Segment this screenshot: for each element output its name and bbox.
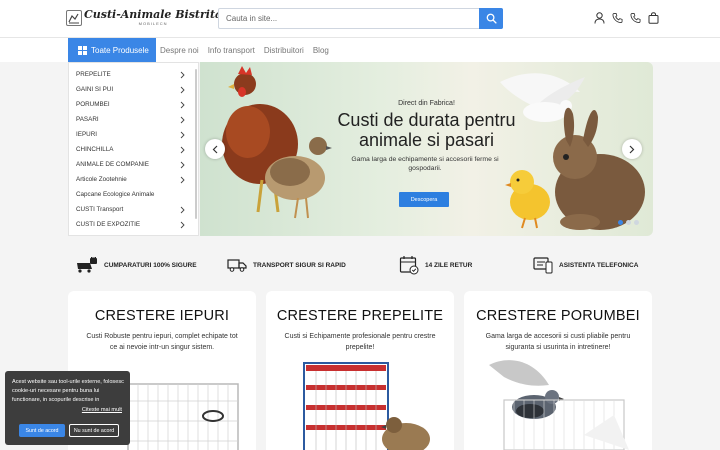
all-products-button[interactable]: Toate Produsele: [68, 38, 156, 62]
category-label: IEPURI: [76, 131, 97, 138]
cookie-read-more-link[interactable]: Citeste mai mult: [82, 407, 122, 413]
feature-label: 14 ZILE RETUR: [425, 261, 473, 269]
card-description: Custi Robuste pentru iepuri, complet ech…: [86, 333, 238, 351]
logo-icon: [66, 9, 82, 26]
phone-icon[interactable]: [630, 11, 641, 25]
card-description: Gama larga de accesorii si custi pliabil…: [485, 333, 631, 351]
category-label: Articole Zootehnie: [76, 176, 127, 183]
category-label: CHINCHILLA: [76, 146, 114, 153]
chevron-right-icon: [180, 116, 185, 124]
prev-slide-button[interactable]: [205, 139, 225, 159]
truck-icon: [227, 259, 247, 272]
pigeon-cage-image: [489, 360, 629, 450]
search-input[interactable]: [219, 9, 479, 28]
main-nav: Toate Produsele Despre noi Info transpor…: [0, 38, 720, 62]
menu-scrollbar[interactable]: [195, 69, 197, 219]
category-card-porumbei[interactable]: CRESTERE PORUMBEI Gama larga de accesori…: [464, 291, 652, 450]
banner-title: Custi de durata pentru animale si pasari: [200, 110, 653, 150]
nav-link-info-transport[interactable]: Info transport: [208, 46, 255, 55]
cookie-accept-button[interactable]: Sunt de acord: [19, 424, 65, 437]
category-card-prepelite[interactable]: CRESTERE PREPELITE Custi si Echipamente …: [266, 291, 454, 450]
features-strip: CUMPARATURI 100% SIGURE TRANSPORT SIGUR …: [68, 254, 653, 276]
card-title: CRESTERE IEPURI: [94, 308, 230, 324]
card-description: Custi si Echipamente profesionale pentru…: [284, 333, 436, 351]
category-item-custi-de-expozitie[interactable]: CUSTI DE EXPOZITIE: [69, 217, 198, 232]
nav-link-distribuitori[interactable]: Distribuitori: [264, 46, 304, 55]
site-header: Custi-Animale Bistrita MOBILECN: [0, 0, 720, 38]
category-item-animale-de-companie[interactable]: ANIMALE DE COMPANIE: [69, 157, 198, 172]
feature-label: TRANSPORT SIGUR SI RAPID: [253, 261, 346, 269]
feature-label: ASISTENTA TELEFONICA: [559, 261, 639, 269]
chevron-right-icon: [180, 86, 185, 94]
category-menu: PREPELITE GAINI SI PUI PORUMBEI PASARI I…: [68, 62, 199, 236]
card-title: CRESTERE PORUMBEI: [476, 308, 640, 324]
user-icon[interactable]: [594, 11, 605, 25]
search-box: [218, 8, 503, 29]
category-label: CUSTI Transport: [76, 206, 124, 213]
category-item-gaini-si-pui[interactable]: GAINI SI PUI: [69, 82, 198, 97]
logo-title: Custi-Animale Bistrita: [84, 8, 223, 21]
category-item-chinchilla[interactable]: CHINCHILLA: [69, 142, 198, 157]
nav-link-despre-noi[interactable]: Despre noi: [160, 46, 199, 55]
chevron-left-icon: [212, 145, 218, 153]
slide-dot[interactable]: [626, 220, 631, 225]
category-item-porumbei[interactable]: PORUMBEI: [69, 97, 198, 112]
chevron-right-icon: [629, 145, 635, 153]
nav-link-blog[interactable]: Blog: [313, 46, 329, 55]
feature-return: 14 ZILE RETUR: [399, 254, 472, 276]
slide-indicators: [618, 220, 639, 225]
category-label: PORUMBEI: [76, 101, 110, 108]
category-label: PASARI: [76, 116, 99, 123]
calendar-icon: [399, 256, 419, 275]
category-label: CUSTI DE EXPOZITIE: [76, 221, 141, 228]
category-item-iepuri[interactable]: IEPURI: [69, 127, 198, 142]
hero-banner: Direct din Fabrica! Custi de durata pent…: [200, 62, 653, 236]
category-item-capcane-ecologice[interactable]: Capcane Ecologice Animale: [69, 187, 198, 202]
cookie-text: Acest website sau tool-urile externe, fo…: [12, 379, 124, 403]
cookie-decline-button[interactable]: Nu sunt de acord: [69, 424, 119, 437]
logo-subtitle: MOBILECN: [138, 21, 168, 26]
chevron-right-icon: [180, 146, 185, 154]
chevron-right-icon: [180, 221, 185, 229]
quail-cage-image: [303, 362, 430, 450]
page: Custi-Animale Bistrita MOBILECN Cauta in…: [0, 0, 720, 450]
category-label: GAINI SI PUI: [76, 86, 114, 93]
banner-title-line2: animale si pasari: [358, 130, 495, 150]
feature-label: CUMPARATURI 100% SIGURE: [104, 261, 197, 269]
slide-dot[interactable]: [618, 220, 623, 225]
logo[interactable]: Custi-Animale Bistrita MOBILECN: [66, 9, 222, 26]
category-item-articole-zootehnie[interactable]: Articole Zootehnie: [69, 172, 198, 187]
feature-secure-shopping: CUMPARATURI 100% SIGURE: [76, 254, 197, 276]
cookie-consent-banner: Acest website sau tool-urile externe, fo…: [5, 371, 130, 445]
search-button[interactable]: [479, 8, 503, 29]
category-label: Capcane Ecologice Animale: [76, 191, 155, 198]
next-slide-button[interactable]: [622, 139, 642, 159]
chevron-right-icon: [180, 206, 185, 214]
category-label: ANIMALE DE COMPANIE: [76, 161, 150, 168]
feature-transport: TRANSPORT SIGUR SI RAPID: [227, 254, 346, 276]
all-products-label: Toate Produsele: [91, 45, 149, 55]
shopping-bag-icon[interactable]: [648, 11, 659, 25]
banner-title-line1: Custi de durata pentru: [337, 110, 516, 130]
category-item-pasari[interactable]: PASARI: [69, 112, 198, 127]
discover-button[interactable]: Descopera: [399, 192, 449, 207]
chevron-right-icon: [180, 101, 185, 109]
feature-phone-support: ASISTENTA TELEFONICA: [533, 254, 638, 276]
chevron-right-icon: [180, 176, 185, 184]
phone-icon[interactable]: [612, 11, 623, 25]
card-title: CRESTERE PREPELITE: [276, 308, 444, 324]
category-label: PREPELITE: [76, 71, 111, 78]
chevron-right-icon: [180, 161, 185, 169]
secure-shopping-icon: [77, 257, 97, 273]
search-icon: [486, 13, 497, 24]
category-item-prepelite[interactable]: PREPELITE: [69, 67, 198, 82]
banner-description: Gama larga de echipamente si accesorii f…: [351, 156, 499, 172]
grid-icon: [78, 45, 87, 55]
banner-tagline: Direct din Fabrica!: [398, 100, 455, 107]
category-item-custi-transport[interactable]: CUSTI Transport: [69, 202, 198, 217]
support-icon: [533, 257, 553, 274]
slide-dot[interactable]: [634, 220, 639, 225]
chevron-right-icon: [180, 131, 185, 139]
chevron-right-icon: [180, 71, 185, 79]
